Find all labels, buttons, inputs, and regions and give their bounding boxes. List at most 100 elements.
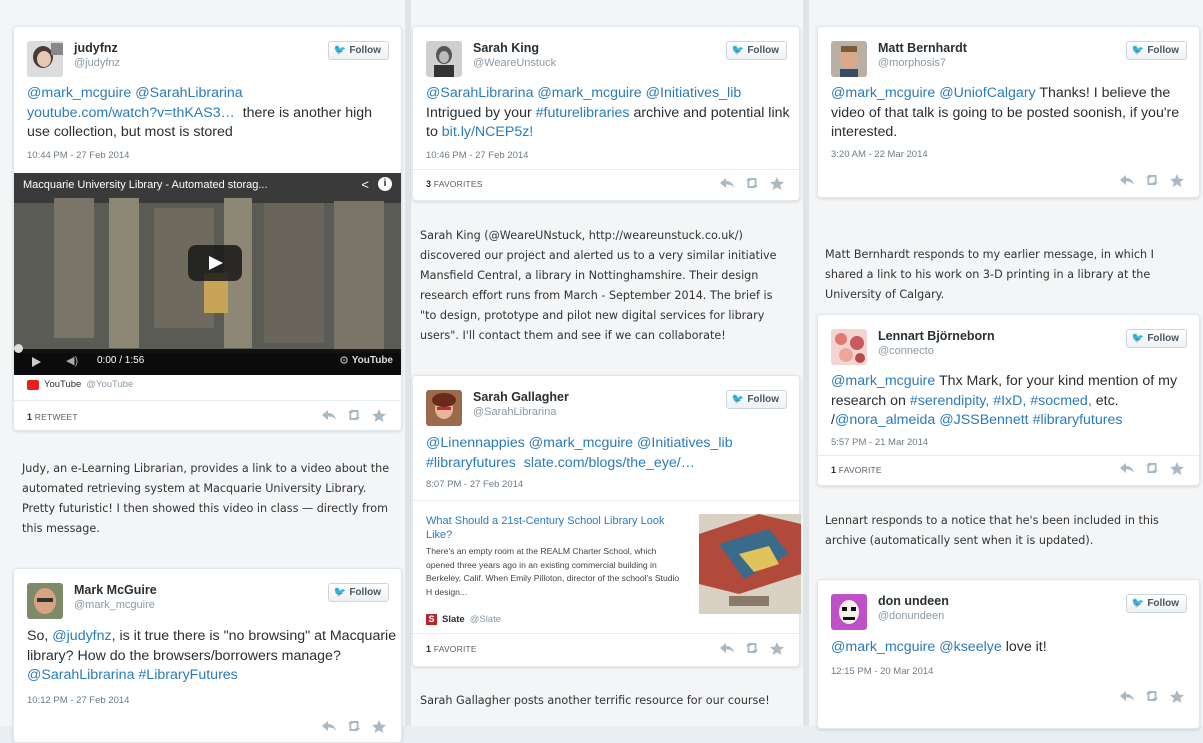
author-handle[interactable]: @judyfnz: [74, 57, 120, 69]
retweet-icon[interactable]: [346, 408, 362, 422]
hashtag-link[interactable]: #libraryfutures: [426, 455, 516, 471]
favorite-count[interactable]: 1 FAVORITE: [831, 465, 882, 475]
follow-button[interactable]: 🐦 Follow: [327, 41, 389, 60]
star-icon[interactable]: [371, 719, 387, 733]
author-handle[interactable]: @morphosis7: [878, 57, 946, 69]
mention-links[interactable]: @mark_mcguire @SarahLibrarina: [27, 85, 243, 101]
mention-link[interactable]: @SarahLibrarina: [27, 667, 134, 683]
youtube-link[interactable]: youtube.com/watch?v=thKAS3…: [27, 105, 235, 121]
mention-link[interactable]: @mark_mcguire: [831, 373, 935, 389]
card-source[interactable]: S Slate @Slate: [426, 614, 501, 625]
author-handle[interactable]: @SarahLibrarina: [473, 406, 556, 418]
mention-links[interactable]: @mark_mcguire @UniofCalgary: [831, 85, 1036, 101]
mention-links[interactable]: @nora_almeida @JSSBennett: [835, 412, 1029, 428]
avatar[interactable]: [27, 583, 63, 619]
timestamp[interactable]: 8:07 PM - 27 Feb 2014: [426, 479, 523, 490]
video-title[interactable]: Macquarie University Library - Automated…: [23, 179, 268, 191]
card-source[interactable]: YouTube @YouTube: [27, 379, 133, 390]
author-name[interactable]: Mark McGuire: [74, 583, 157, 597]
short-link[interactable]: bit.ly/NCEP5z!: [442, 124, 533, 140]
star-icon[interactable]: [1169, 173, 1185, 187]
settings-icon[interactable]: ⚙: [339, 354, 349, 367]
avatar[interactable]: [831, 329, 867, 365]
avatar[interactable]: [831, 41, 867, 77]
follow-label: Follow: [349, 45, 381, 56]
star-icon[interactable]: [769, 641, 785, 655]
star-icon[interactable]: [769, 176, 785, 190]
follow-button[interactable]: 🐦 Follow: [725, 390, 787, 409]
follow-button[interactable]: 🐦 Follow: [1125, 41, 1187, 60]
reply-icon[interactable]: [321, 408, 337, 422]
video-time: 0:00 / 1:56: [97, 355, 145, 366]
hashtag-link[interactable]: #futurelibraries: [536, 105, 630, 121]
retweet-icon[interactable]: [1144, 461, 1160, 475]
timestamp[interactable]: 10:12 PM - 27 Feb 2014: [27, 695, 129, 706]
timestamp[interactable]: 3:20 AM - 22 Mar 2014: [831, 149, 928, 160]
reply-icon[interactable]: [1119, 173, 1135, 187]
stat-number: 1: [27, 412, 33, 422]
share-icon[interactable]: <: [361, 177, 369, 192]
play-button-icon[interactable]: [188, 245, 242, 281]
author-name[interactable]: don undeen: [878, 594, 949, 608]
tweet-card-lennart: Lennart Björneborn @connecto 🐦 Follow @ma…: [817, 314, 1200, 486]
retweet-icon[interactable]: [1144, 689, 1160, 703]
retweet-icon[interactable]: [1144, 173, 1160, 187]
timestamp[interactable]: 10:44 PM - 27 Feb 2014: [27, 150, 129, 161]
follow-button[interactable]: 🐦 Follow: [1125, 329, 1187, 348]
author-name[interactable]: Lennart Björneborn: [878, 329, 995, 343]
author-handle[interactable]: @mark_mcguire: [74, 599, 155, 611]
note-judy: Judy, an e-Learning Librarian, provides …: [22, 462, 390, 535]
author-name[interactable]: Sarah Gallagher: [473, 390, 569, 404]
hashtag-link[interactable]: #LibraryFutures: [138, 667, 237, 683]
star-icon[interactable]: [371, 408, 387, 422]
reply-icon[interactable]: [719, 641, 735, 655]
author-name[interactable]: Matt Bernhardt: [878, 41, 967, 55]
hashtag-links[interactable]: #serendipity, #IxD, #socmed,: [910, 393, 1092, 409]
slate-link[interactable]: slate.com/blogs/the_eye/…: [524, 455, 695, 471]
tweet-actions: [1119, 689, 1185, 703]
article-summary-card[interactable]: What Should a 21st-Century School Librar…: [426, 514, 801, 624]
timestamp[interactable]: 12:15 PM - 20 Mar 2014: [831, 666, 933, 677]
author-handle[interactable]: @WeareUnstuck: [473, 57, 556, 69]
reply-icon[interactable]: [321, 719, 337, 733]
volume-icon[interactable]: ◀): [66, 354, 78, 367]
progress-knob[interactable]: [14, 344, 23, 353]
timestamp[interactable]: 10:46 PM - 27 Feb 2014: [426, 150, 528, 161]
author-name[interactable]: Sarah King: [473, 41, 539, 55]
info-icon[interactable]: i: [378, 177, 392, 191]
timestamp[interactable]: 5:57 PM - 21 Mar 2014: [831, 437, 928, 448]
author-handle[interactable]: @connecto: [878, 345, 934, 357]
mention-links[interactable]: @SarahLibrarina @mark_mcguire @Initiativ…: [426, 85, 741, 101]
author-name[interactable]: judyfnz: [74, 41, 118, 55]
avatar[interactable]: [831, 594, 867, 630]
hashtag-link[interactable]: #libraryfutures: [1033, 412, 1123, 428]
tweet-actions: [719, 176, 785, 190]
retweet-icon[interactable]: [744, 641, 760, 655]
play-icon[interactable]: [32, 357, 41, 367]
article-title[interactable]: What Should a 21st-Century School Librar…: [426, 514, 684, 542]
video-player[interactable]: Macquarie University Library - Automated…: [14, 173, 401, 375]
follow-button[interactable]: 🐦 Follow: [725, 41, 787, 60]
avatar[interactable]: [426, 41, 462, 77]
twitter-bird-icon: 🐦: [1131, 598, 1145, 609]
avatar[interactable]: [27, 41, 63, 77]
article-thumbnail[interactable]: [699, 514, 801, 614]
favorite-count[interactable]: 3 FAVORITES: [426, 179, 483, 189]
mention-links[interactable]: @Linennappies @mark_mcguire @Initiatives…: [426, 435, 733, 451]
avatar[interactable]: [426, 390, 462, 426]
star-icon[interactable]: [1169, 689, 1185, 703]
reply-icon[interactable]: [719, 176, 735, 190]
follow-button[interactable]: 🐦 Follow: [327, 583, 389, 602]
reply-icon[interactable]: [1119, 689, 1135, 703]
star-icon[interactable]: [1169, 461, 1185, 475]
youtube-logo[interactable]: YouTube: [352, 355, 393, 366]
retweet-icon[interactable]: [744, 176, 760, 190]
retweet-icon[interactable]: [346, 719, 362, 733]
favorite-count[interactable]: 1 FAVORITE: [426, 644, 477, 654]
mention-link[interactable]: @judyfnz: [52, 628, 111, 644]
author-handle[interactable]: @donundeen: [878, 610, 944, 622]
follow-button[interactable]: 🐦 Follow: [1125, 594, 1187, 613]
reply-icon[interactable]: [1119, 461, 1135, 475]
retweet-count[interactable]: 1 RETWEET: [27, 412, 78, 422]
mention-links[interactable]: @mark_mcguire @kseelye: [831, 639, 1002, 655]
